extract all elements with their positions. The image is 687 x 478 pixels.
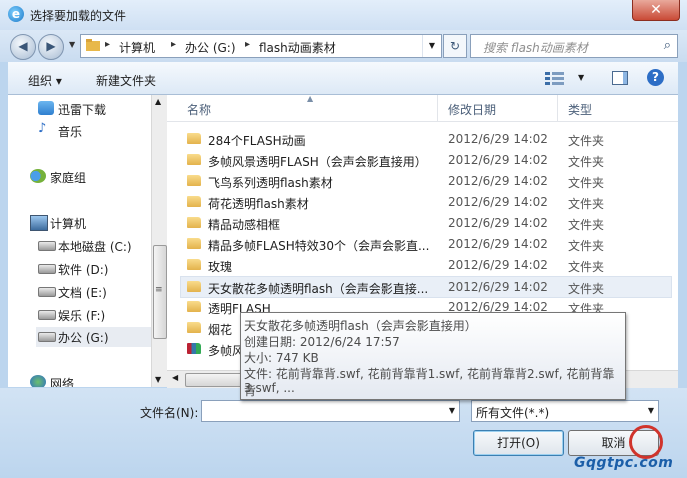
organize-button[interactable]: 组织 ▾ bbox=[28, 72, 62, 89]
command-bar: 组织 ▾ 新建文件夹 ▼ ? bbox=[8, 62, 678, 95]
list-item[interactable]: 精品动感相框 2012/6/29 14:02 文件夹 bbox=[181, 213, 671, 233]
list-item[interactable]: 284个FLASH动画 2012/6/29 14:02 文件夹 bbox=[181, 129, 671, 149]
view-options-icon[interactable] bbox=[545, 71, 565, 88]
tooltip-size: 大小: 747 KB bbox=[244, 351, 319, 365]
drive-icon bbox=[38, 241, 56, 251]
folder-icon bbox=[187, 301, 201, 312]
list-item[interactable]: 玫瑰 2012/6/29 14:02 文件夹 bbox=[181, 255, 671, 275]
chevron-down-icon[interactable]: ▼ bbox=[648, 406, 654, 415]
list-item[interactable]: 多帧风景透明FLASH（会声会影直接用） 2012/6/29 14:02 文件夹 bbox=[181, 150, 671, 170]
network-icon bbox=[30, 375, 46, 387]
computer-icon bbox=[30, 215, 48, 231]
breadcrumb-arrow-icon[interactable]: ▸ bbox=[245, 39, 250, 50]
archive-icon bbox=[187, 343, 201, 354]
column-divider[interactable] bbox=[557, 95, 558, 121]
search-icon[interactable]: ⌕ bbox=[664, 38, 671, 53]
filename-label: 文件名(N): bbox=[140, 406, 199, 420]
address-dropdown-icon[interactable]: ▼ bbox=[422, 35, 441, 57]
music-icon: ♪ bbox=[38, 121, 47, 136]
list-item[interactable]: 荷花透明flash素材 2012/6/29 14:02 文件夹 bbox=[181, 192, 671, 212]
search-placeholder: 搜索 flash动画素材 bbox=[483, 41, 588, 55]
breadcrumb-computer[interactable]: 计算机 bbox=[119, 39, 155, 56]
folder-icon bbox=[187, 154, 201, 165]
column-divider[interactable] bbox=[437, 95, 438, 121]
tooltip-title: 天女散花多帧透明flash（会声会影直接用） bbox=[244, 319, 477, 333]
scroll-up-icon[interactable]: ▲ bbox=[155, 97, 161, 106]
list-item[interactable]: 天女散花多帧透明flash（会声会影直接... 2012/6/29 14:02 … bbox=[180, 276, 672, 298]
back-button[interactable]: ◀ bbox=[10, 34, 36, 60]
column-header: ▲ 名称 修改日期 类型 bbox=[167, 95, 678, 122]
address-bar: ◀ ▶ ▼ ▸ 计算机 ▸ 办公 (G:) ▸ flash动画素材 ▼ ↻ 搜索… bbox=[0, 30, 687, 62]
folder-icon bbox=[187, 322, 201, 333]
tooltip-created: 创建日期: 2012/6/24 17:57 bbox=[244, 335, 400, 349]
breadcrumb-arrow-icon[interactable]: ▸ bbox=[105, 39, 110, 50]
grip-icon: ≡ bbox=[155, 285, 163, 295]
new-folder-button[interactable]: 新建文件夹 bbox=[96, 72, 156, 89]
watermark-text: Gqgtpc.com bbox=[574, 455, 674, 471]
homegroup-icon bbox=[30, 169, 46, 183]
scroll-left-icon[interactable]: ◀ bbox=[172, 373, 178, 382]
title-bar: e 选择要加载的文件 ✕ bbox=[0, 0, 687, 30]
folder-icon bbox=[187, 259, 201, 270]
breadcrumb-drive[interactable]: 办公 (G:) bbox=[185, 39, 236, 56]
folder-icon bbox=[86, 39, 100, 54]
filetype-select[interactable]: 所有文件(*.*) ▼ bbox=[471, 400, 659, 422]
drive-icon bbox=[38, 287, 56, 297]
folder-icon bbox=[187, 133, 201, 144]
drive-icon bbox=[38, 310, 56, 320]
scroll-down-icon[interactable]: ▼ bbox=[155, 375, 161, 384]
window-title: 选择要加载的文件 bbox=[30, 9, 127, 23]
ie-icon: e bbox=[8, 6, 24, 22]
file-tooltip: 天女散花多帧透明flash（会声会影直接用） 创建日期: 2012/6/24 1… bbox=[240, 312, 626, 400]
navigation-pane: 迅雷下载 ♪ 音乐 家庭组 计算机 本地磁盘 (C:) 软件 (D:) 文档 (… bbox=[8, 95, 151, 387]
filename-field[interactable]: ▼ bbox=[201, 400, 460, 422]
folder-icon bbox=[187, 175, 201, 186]
folder-icon bbox=[187, 281, 201, 292]
tooltip-files: 文件: 花前背靠背.swf, 花前背靠背1.swf, 花前背靠背2.swf, 花… bbox=[244, 367, 615, 398]
breadcrumb-arrow-icon[interactable]: ▸ bbox=[171, 39, 176, 50]
refresh-button[interactable]: ↻ bbox=[443, 34, 467, 58]
help-icon[interactable]: ? bbox=[647, 69, 664, 86]
column-type[interactable]: 类型 bbox=[568, 101, 592, 118]
download-icon bbox=[38, 101, 54, 115]
list-item[interactable]: 精品多帧FLASH特效30个（会声会影直... 2012/6/29 14:02 … bbox=[181, 234, 671, 254]
preview-pane-icon[interactable] bbox=[612, 71, 628, 85]
sort-ascending-icon: ▲ bbox=[307, 95, 314, 103]
folder-icon bbox=[187, 196, 201, 207]
watermark-logo-icon bbox=[629, 425, 663, 459]
column-date[interactable]: 修改日期 bbox=[448, 101, 496, 118]
drive-icon bbox=[38, 264, 56, 274]
column-name[interactable]: 名称 bbox=[187, 101, 211, 118]
chevron-down-icon[interactable]: ▼ bbox=[449, 406, 455, 415]
folder-icon bbox=[187, 217, 201, 228]
tooltip-files-cont: 3.swf, ... bbox=[244, 381, 295, 395]
breadcrumb-folder[interactable]: flash动画素材 bbox=[259, 39, 336, 56]
history-dropdown-icon[interactable]: ▼ bbox=[69, 40, 75, 49]
filetype-value: 所有文件(*.*) bbox=[476, 406, 550, 420]
close-button[interactable]: ✕ bbox=[632, 0, 680, 21]
nav-item-drive-g[interactable]: 办公 (G:) bbox=[36, 327, 151, 347]
folder-icon bbox=[187, 238, 201, 249]
nav-scrollbar[interactable]: ▲ ≡ ▼ bbox=[151, 95, 167, 387]
view-dropdown-icon[interactable]: ▼ bbox=[578, 73, 584, 82]
drive-icon bbox=[38, 332, 56, 342]
open-button[interactable]: 打开(O) bbox=[473, 430, 564, 456]
list-item[interactable]: 飞鸟系列透明flash素材 2012/6/29 14:02 文件夹 bbox=[181, 171, 671, 191]
forward-button[interactable]: ▶ bbox=[38, 34, 64, 60]
breadcrumb[interactable]: ▸ 计算机 ▸ 办公 (G:) ▸ flash动画素材 ▼ bbox=[80, 34, 442, 58]
search-input[interactable]: 搜索 flash动画素材 ⌕ bbox=[470, 34, 678, 58]
